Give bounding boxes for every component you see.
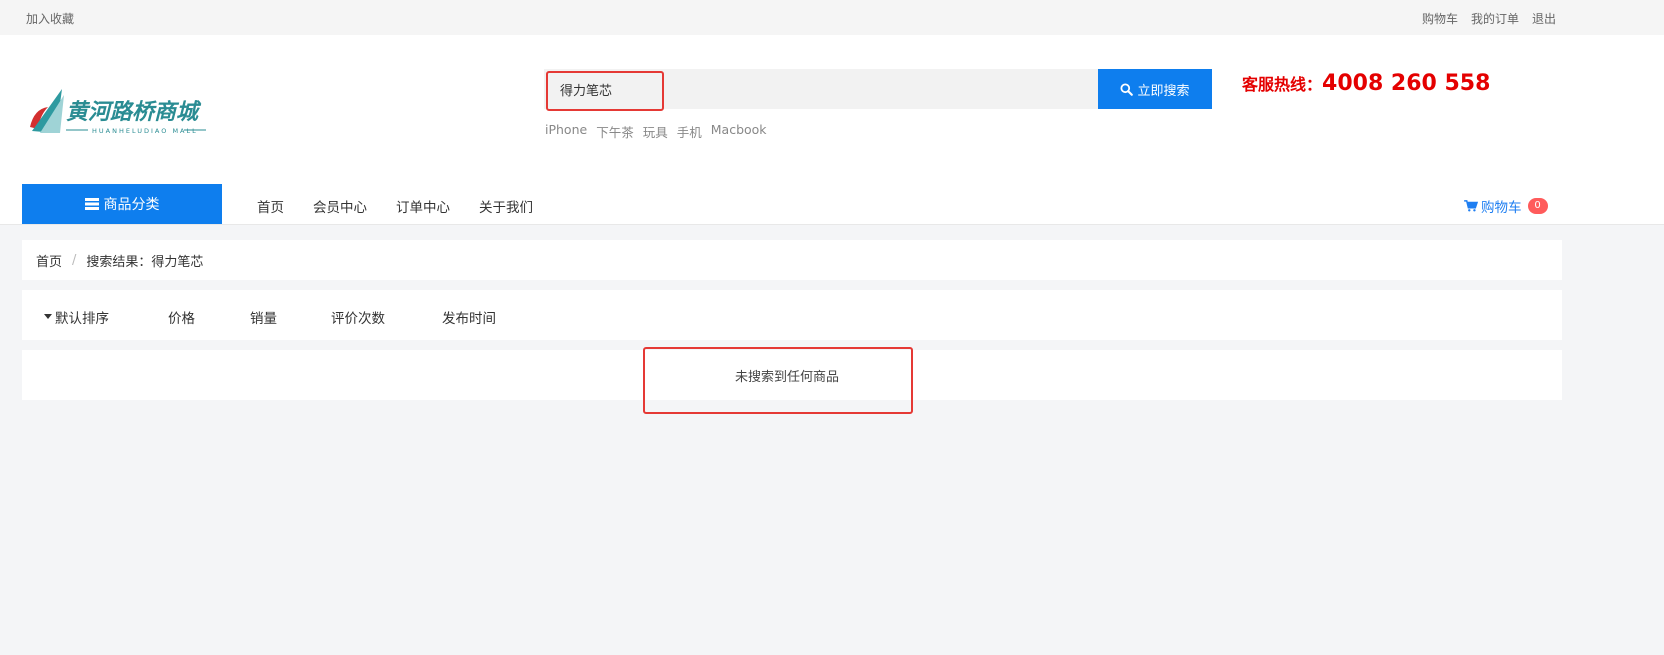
top-link-orders[interactable]: 我的订单 bbox=[1471, 10, 1519, 27]
nav-link-member[interactable]: 会员中心 bbox=[313, 196, 367, 216]
cart-count-badge: 0 bbox=[1527, 198, 1548, 214]
nav-link-about[interactable]: 关于我们 bbox=[479, 196, 533, 216]
search-button[interactable]: 立即搜索 bbox=[1098, 69, 1212, 109]
cart-label: 购物车 bbox=[1481, 200, 1522, 216]
hotline-number: 4008 260 558 bbox=[1322, 71, 1491, 96]
sort-default[interactable]: 默认排序 bbox=[44, 307, 109, 327]
hot-keyword[interactable]: Macbook bbox=[711, 122, 767, 141]
category-label: 商品分类 bbox=[103, 197, 160, 213]
breadcrumb: 首页 / 搜索结果：得力笔芯 bbox=[22, 240, 1562, 280]
breadcrumb-home[interactable]: 首页 bbox=[36, 251, 62, 270]
category-button[interactable]: 商品分类 bbox=[22, 184, 222, 224]
hot-keyword[interactable]: 玩具 bbox=[643, 122, 668, 141]
hot-keyword[interactable]: 下午茶 bbox=[596, 122, 634, 141]
header-divider bbox=[0, 224, 1664, 225]
hot-keyword[interactable]: 手机 bbox=[677, 122, 702, 141]
hotline-label: 客服热线： bbox=[1242, 75, 1323, 94]
caret-down-icon bbox=[44, 314, 52, 319]
breadcrumb-separator: / bbox=[72, 252, 77, 268]
hot-keywords: iPhone 下午茶 玩具 手机 Macbook bbox=[545, 122, 767, 141]
breadcrumb-current: 搜索结果：得力笔芯 bbox=[86, 254, 204, 270]
logo-graphic: 黄河路桥商城 HUANHELUDIAO MALL bbox=[30, 89, 206, 135]
svg-text:黄河路桥商城: 黄河路桥商城 bbox=[66, 99, 202, 125]
top-bar: 加入收藏 购物车 我的订单 退出 bbox=[0, 0, 1664, 35]
top-link-cart[interactable]: 购物车 bbox=[1422, 10, 1458, 27]
shopping-cart-icon bbox=[1464, 200, 1478, 212]
hot-keyword[interactable]: iPhone bbox=[545, 122, 587, 141]
add-favorite-link[interactable]: 加入收藏 bbox=[26, 10, 74, 27]
site-logo[interactable]: 黄河路桥商城 HUANHELUDIAO MALL bbox=[26, 85, 226, 145]
top-links: 购物车 我的订单 退出 bbox=[1422, 10, 1556, 27]
service-hotline: 客服热线： 4008 260 558 bbox=[1242, 71, 1490, 96]
list-icon bbox=[84, 198, 99, 210]
top-link-logout[interactable]: 退出 bbox=[1532, 10, 1556, 27]
search-input-highlight bbox=[546, 71, 664, 111]
nav-links: 首页 会员中心 订单中心 关于我们 bbox=[257, 196, 533, 216]
search-icon bbox=[1120, 82, 1134, 96]
sort-default-label: 默认排序 bbox=[55, 311, 109, 327]
nav-link-home[interactable]: 首页 bbox=[257, 196, 284, 216]
search-button-label: 立即搜索 bbox=[1137, 83, 1190, 99]
svg-text:HUANHELUDIAO MALL: HUANHELUDIAO MALL bbox=[92, 127, 198, 135]
main-nav: 商品分类 首页 会员中心 订单中心 关于我们 购物车 0 bbox=[0, 184, 1664, 224]
sort-publish-time[interactable]: 发布时间 bbox=[442, 307, 496, 327]
sort-bar: 默认排序 价格 销量 评价次数 发布时间 bbox=[22, 290, 1562, 340]
sort-sales[interactable]: 销量 bbox=[250, 307, 277, 327]
sort-reviews[interactable]: 评价次数 bbox=[331, 307, 385, 327]
sort-price[interactable]: 价格 bbox=[168, 307, 195, 327]
no-results-highlight bbox=[643, 347, 913, 414]
nav-link-orders[interactable]: 订单中心 bbox=[396, 196, 450, 216]
nav-cart[interactable]: 购物车 0 bbox=[1464, 196, 1548, 216]
